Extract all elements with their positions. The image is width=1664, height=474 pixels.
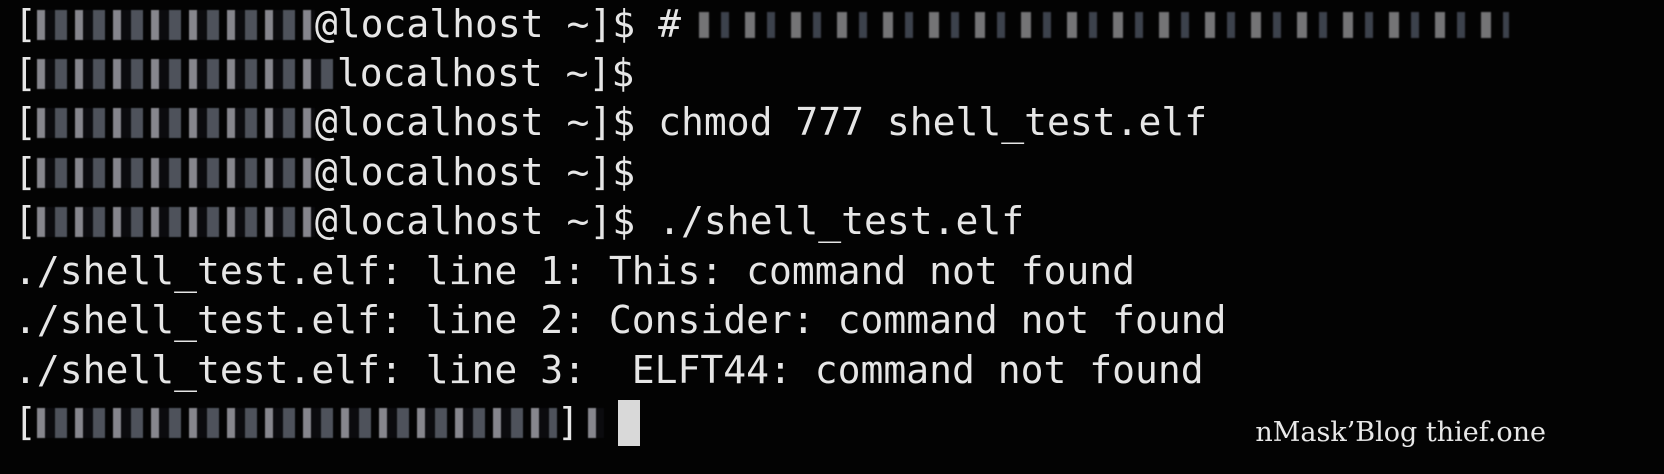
command-space [635,98,658,148]
command-text [635,0,658,50]
terminal-line-2: [ localhost ~]$ [14,49,634,99]
redacted-username [36,158,315,188]
redacted-username [36,59,337,89]
output-line-1: ./shell_test.elf: line 1: This: command … [14,249,1136,294]
redacted-username [36,207,315,237]
prompt-bracket: [ [14,2,37,47]
redacted-username [36,108,315,138]
terminal-line-1: [ @localhost ~]$ # [14,0,1509,50]
prompt-host: @localhost ~]$ [314,2,636,47]
prompt-tail: ] [556,400,580,445]
redacted-char [587,408,604,438]
redacted-username [36,10,315,40]
prompt-bracket: [ [14,199,37,244]
command-space [635,197,658,247]
watermark-text: nMask’Blog thief.one [1255,417,1546,449]
terminal-line-3: [ @localhost ~]$ chmod 777 shell_test.elf [14,98,1207,148]
redacted-prompt [36,408,557,438]
terminal-line-final: [] [14,398,640,448]
command-text: chmod 777 shell_test.elf [658,100,1208,145]
prompt-bracket: [ [14,400,37,445]
prompt-host: localhost ~]$ [336,51,635,96]
prompt-host: @localhost ~]$ [314,100,636,145]
text-cursor[interactable] [617,400,640,446]
terminal-line-4: [ @localhost ~]$ [14,148,635,198]
prompt-bracket: [ [14,100,37,145]
prompt-bracket: [ [14,150,37,195]
redacted-command [698,12,1509,38]
prompt-host: @localhost ~]$ [314,150,636,195]
terminal-window[interactable]: [ @localhost ~]$ # [ localhost ~]$ [ @local… [0,0,1664,474]
command-hash: # [658,2,681,47]
terminal-line-5: [ @localhost ~]$ ./shell_test.elf [14,197,1024,247]
prompt-host: @localhost ~]$ [314,199,636,244]
command-text: ./shell_test.elf [658,199,1025,244]
output-line-2: ./shell_test.elf: line 2: Consider: comm… [14,298,1227,343]
prompt-bracket: [ [14,51,37,96]
output-line-3: ./shell_test.elf: line 3: ELFT44: comman… [14,348,1204,393]
